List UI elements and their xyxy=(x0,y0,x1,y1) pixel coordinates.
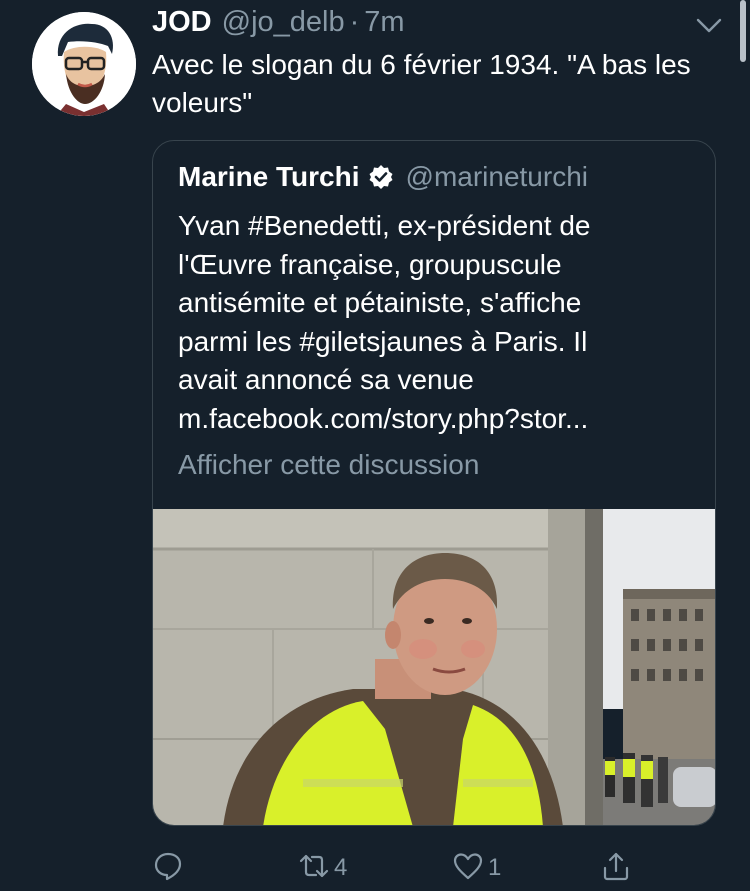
avatar[interactable] xyxy=(32,12,136,116)
tweet-header: JOD @jo_delb · 7m xyxy=(152,6,405,46)
quoted-text-line: avait annoncé sa venue xyxy=(178,364,474,395)
quoted-text-line: parmi les #giletsjaunes à Paris. Il xyxy=(178,325,588,357)
scrollbar[interactable] xyxy=(740,0,746,62)
share-button[interactable] xyxy=(600,848,632,888)
separator-dot: · xyxy=(349,6,360,38)
like-count: 1 xyxy=(488,854,502,881)
share-icon xyxy=(600,850,632,887)
quoted-text-link[interactable]: m.facebook.com/story.php?stor... xyxy=(178,400,698,439)
quoted-author-name: Marine Turchi xyxy=(178,161,360,192)
quoted-tweet-photo[interactable] xyxy=(153,509,716,826)
quoted-text-line: Yvan #Benedetti, ex-président de xyxy=(178,210,591,241)
tweet-text: Avec le slogan du 6 février 1934. "A bas… xyxy=(152,49,691,118)
timestamp[interactable]: 7m xyxy=(364,6,404,39)
author-name[interactable]: JOD xyxy=(152,6,212,39)
tweet[interactable]: JOD @jo_delb · 7m Avec le slogan du 6 fé… xyxy=(0,0,750,891)
retweet-button[interactable]: 4 xyxy=(298,848,347,888)
quoted-text-line: l'Œuvre française, groupuscule xyxy=(178,248,562,280)
quoted-text-line: antisémite et pétainiste, s'affiche xyxy=(178,287,582,318)
show-thread-link[interactable]: Afficher cette discussion xyxy=(178,449,479,481)
chevron-down-icon[interactable] xyxy=(694,14,724,38)
tweet-actions: 4 1 xyxy=(152,848,632,888)
heart-icon xyxy=(452,850,484,887)
reply-icon xyxy=(152,850,184,887)
verified-badge-icon xyxy=(368,164,394,190)
avatar-illustration xyxy=(32,12,136,116)
retweet-icon xyxy=(298,850,330,887)
retweet-count: 4 xyxy=(334,854,348,881)
quoted-author-handle: @marineturchi xyxy=(405,161,588,192)
quoted-tweet-header: Marine Turchi @marineturchi xyxy=(178,161,588,193)
quoted-tweet-text: Yvan #Benedetti, ex-président de l'Œuvre… xyxy=(178,207,698,438)
like-button[interactable]: 1 xyxy=(452,848,501,888)
reply-button[interactable] xyxy=(152,848,188,888)
quoted-tweet[interactable]: Marine Turchi @marineturchi Yvan #Benede… xyxy=(152,140,716,826)
author-handle[interactable]: @jo_delb xyxy=(222,6,345,39)
